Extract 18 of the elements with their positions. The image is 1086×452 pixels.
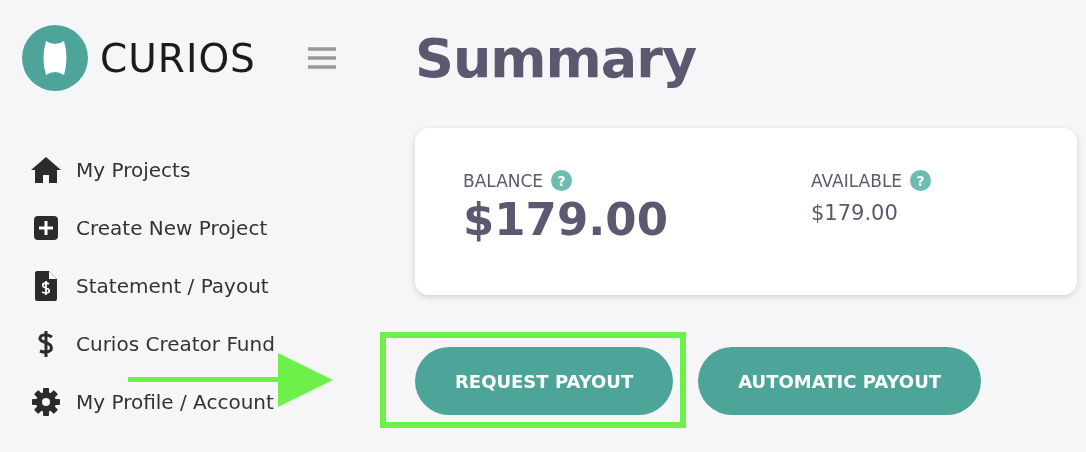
logo-icon: [22, 25, 88, 91]
dollar-document-icon: [35, 271, 57, 301]
page-title: Summary: [415, 26, 697, 90]
stat-label: AVAILABLE: [811, 170, 903, 191]
sidebar-item[interactable]: My Profile / Account: [22, 373, 415, 431]
sidebar-item[interactable]: Create New Project: [22, 199, 415, 257]
plus-square-icon: [34, 216, 58, 240]
stat-label: BALANCE: [463, 170, 544, 191]
home-icon: [30, 156, 62, 184]
stat-value: $179.00: [811, 201, 899, 225]
menu-icon[interactable]: [307, 47, 336, 69]
stat-value: $179.00: [463, 193, 669, 246]
sidebar-item[interactable]: My Projects: [22, 141, 415, 199]
dollar-icon: [37, 330, 55, 358]
logo-text: CURIOS: [100, 35, 256, 81]
sidebar-item[interactable]: Statement / Payout: [22, 257, 415, 315]
sidebar-item[interactable]: Curios Creator Fund: [22, 315, 415, 373]
settings-icon: [32, 388, 60, 416]
